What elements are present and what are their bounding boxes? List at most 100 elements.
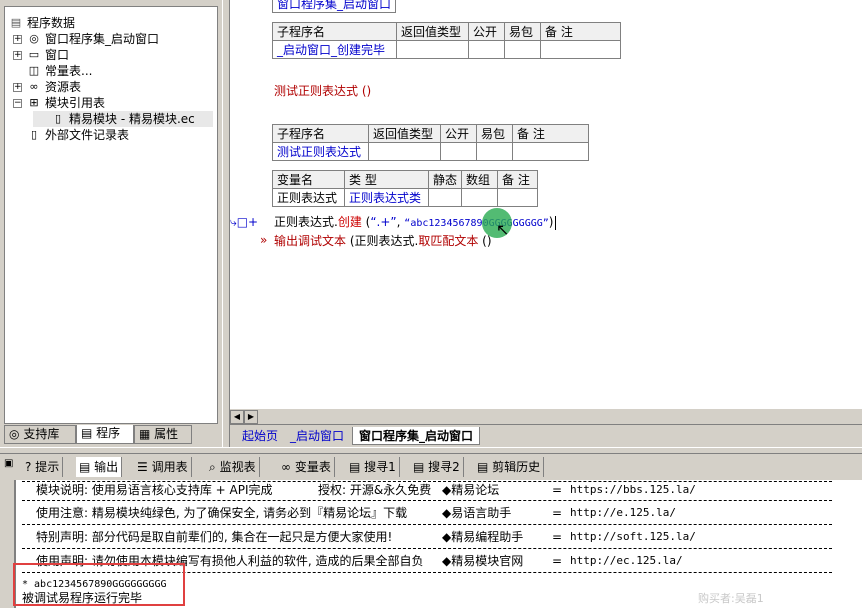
cell[interactable] xyxy=(476,142,513,161)
tab-clip-history[interactable]: ▤ 剪辑历史 xyxy=(474,457,545,477)
ide-window: ▤ 程序数据 + ◎ 窗口程序集_启动窗口 + ▭ 窗口 ◫ 常量表... + … xyxy=(0,0,862,608)
line-text: 授权: 开源&永久免费 xyxy=(318,483,432,497)
cell[interactable] xyxy=(396,40,469,59)
header-cell: 易包 xyxy=(476,124,513,143)
cell[interactable] xyxy=(512,142,589,161)
clipboard-icon: ▤ xyxy=(477,460,489,474)
tree-item-external-files[interactable]: ▯ 外部文件记录表 xyxy=(13,127,213,143)
tree-item-label: 常量表... xyxy=(45,64,93,78)
header-cell: 公开 xyxy=(440,124,477,143)
assembly-icon: ◎ xyxy=(29,32,39,45)
tree-item-label: 窗口程序集_启动窗口 xyxy=(45,32,160,46)
tree-item-assembly[interactable]: + ◎ 窗口程序集_启动窗口 xyxy=(13,31,213,47)
tree-item-label: 模块引用表 xyxy=(45,96,106,110)
tab-start-page[interactable]: 起始页 xyxy=(236,427,284,445)
expand-icon[interactable]: + xyxy=(13,51,22,60)
cell[interactable] xyxy=(368,142,441,161)
program-tree[interactable]: ▤ 程序数据 + ◎ 窗口程序集_启动窗口 + ▭ 窗口 ◫ 常量表... + … xyxy=(4,6,218,424)
expand-icon[interactable]: + xyxy=(13,35,22,44)
program-icon: ▤ xyxy=(81,426,93,440)
sub-name-cell[interactable]: _启动窗口_创建完毕 xyxy=(272,40,397,59)
code-paren: ) xyxy=(548,215,554,229)
cell[interactable] xyxy=(427,188,463,207)
call-table-icon: ☰ xyxy=(137,460,148,474)
equals: = xyxy=(552,554,563,568)
sub-name-cell[interactable]: 测试正则表达式 xyxy=(272,142,369,161)
scroll-left-icon[interactable]: ◀ xyxy=(230,410,244,424)
tab-variable-table[interactable]: ∞ 变量表 xyxy=(278,457,335,477)
text-cursor xyxy=(555,215,557,230)
vertical-splitter[interactable] xyxy=(222,0,230,447)
tab-support-library[interactable]: ◎ 支持库 xyxy=(4,425,76,444)
cell[interactable] xyxy=(440,142,477,161)
code-object: 正则表达式. xyxy=(354,234,419,248)
tree-item-resources[interactable]: + ∞ 资源表 xyxy=(13,79,213,95)
header-cell: 备 注 xyxy=(497,170,539,189)
output-line: 模块说明: 使用易语言核心支持库 + API完成 授权: 开源&永久免费 ◆精易… xyxy=(22,482,838,498)
assembly-name-cell[interactable]: 窗口程序集_启动窗口 xyxy=(271,0,397,13)
tab-program[interactable]: ▤ 程序 xyxy=(76,425,134,444)
tab-startup-window[interactable]: _启动窗口 xyxy=(284,427,350,445)
call-line[interactable]: 测试正则表达式 () xyxy=(274,83,371,99)
properties-icon: ▦ xyxy=(139,427,151,441)
watermark: 购买者:吴磊1 xyxy=(698,592,764,605)
tree-item-window[interactable]: + ▭ 窗口 xyxy=(13,47,213,63)
output-line: 特别声明: 部分代码是取自前辈们的, 集合在一起只是方便大家使用! ◆精易编程助… xyxy=(22,529,838,545)
code-paren: ( xyxy=(346,234,355,248)
code-line-2[interactable]: 输出调试文本 (正则表达式.取匹配文本 () xyxy=(274,233,492,249)
code-object: 正则表达式. xyxy=(274,215,338,229)
cell[interactable] xyxy=(504,40,541,59)
tab-properties[interactable]: ▦ 属性 xyxy=(134,425,192,444)
editor-horizontal-scrollbar[interactable]: ◀ ▶ xyxy=(230,408,862,424)
tab-search-1[interactable]: ▤ 搜寻1 xyxy=(346,457,400,477)
var-type-cell[interactable]: 正则表达式类 xyxy=(344,188,429,207)
tab-label: _启动窗口 xyxy=(290,429,345,443)
cell[interactable] xyxy=(540,40,621,59)
left-panel: ▤ 程序数据 + ◎ 窗口程序集_启动窗口 + ▭ 窗口 ◫ 常量表... + … xyxy=(0,0,222,447)
tab-label: 监视表 xyxy=(219,460,256,474)
constant-icon: ◫ xyxy=(28,64,40,77)
tab-search-2[interactable]: ▤ 搜寻2 xyxy=(410,457,464,477)
expand-icon[interactable]: + xyxy=(13,83,22,92)
tab-call-table[interactable]: ☰ 调用表 xyxy=(134,457,192,477)
site-name: ◆精易编程助手 xyxy=(442,530,524,544)
var-name-cell[interactable]: 正则表达式 xyxy=(272,188,345,207)
scroll-right-icon[interactable]: ▶ xyxy=(244,410,258,424)
variable-icon: ∞ xyxy=(281,460,291,474)
window-icon: ▭ xyxy=(28,48,40,61)
header-cell: 类 型 xyxy=(344,170,429,189)
cell[interactable] xyxy=(497,188,539,207)
cell[interactable] xyxy=(468,40,505,59)
tree-item-constants[interactable]: ◫ 常量表... xyxy=(13,63,213,79)
code-editor[interactable]: 窗口程序集_启动窗口 子程序名 返回值类型 公开 易包 备 注 _启动窗口_创建… xyxy=(230,0,862,408)
tab-label: 提示 xyxy=(35,460,60,474)
breakpoint-marker-icon[interactable]: ⤷□+ xyxy=(230,214,258,230)
code-line-1[interactable]: 正则表达式.创建 (“.+”, “abc1234567890GGGGGGGGG”… xyxy=(274,214,557,232)
header-cell: 备 注 xyxy=(540,22,621,41)
tab-label: 窗口程序集_启动窗口 xyxy=(359,429,474,443)
tree-item-module-ref[interactable]: − ⊞ 模块引用表 xyxy=(13,95,213,111)
collapse-icon[interactable]: − xyxy=(13,99,22,108)
tab-label: 起始页 xyxy=(242,429,279,443)
header-cell: 数组 xyxy=(461,170,499,189)
header-cell: 公开 xyxy=(468,22,505,41)
tab-hint[interactable]: ? 提示 xyxy=(22,457,64,477)
panel-close-icon[interactable]: ▣ xyxy=(4,458,13,469)
horizontal-splitter[interactable] xyxy=(0,447,862,454)
line-text: 使用注意: 精易模块纯绿色, 为了确保安全, 请务必到『精易论坛』下载 xyxy=(36,506,408,520)
equals: = xyxy=(552,530,563,544)
tab-window-assembly[interactable]: 窗口程序集_启动窗口 xyxy=(352,427,481,445)
library-icon: ◎ xyxy=(9,427,20,441)
bottom-panel-tabs: ▣ ? 提示 ▤ 输出 ☰ 调用表 ⌕ 监视表 ∞ 变量表 ▤ 搜寻1 ▤ 搜寻… xyxy=(0,454,862,480)
tab-label: 支持库 xyxy=(23,427,60,441)
site-name: ◆易语言助手 xyxy=(442,506,512,520)
output-icon: ▤ xyxy=(79,460,91,474)
sub-table-2: 子程序名 返回值类型 公开 易包 备 注 测试正则表达式 xyxy=(272,124,589,161)
tab-watch-table[interactable]: ⌕ 监视表 xyxy=(206,457,260,477)
cell[interactable] xyxy=(461,188,499,207)
header-cell: 子程序名 xyxy=(272,124,369,143)
equals: = xyxy=(552,483,563,497)
tree-item-jingyi-module[interactable]: ▯ 精易模块 - 精易模块.ec xyxy=(33,111,213,127)
tab-output[interactable]: ▤ 输出 xyxy=(76,457,123,477)
resource-icon: ∞ xyxy=(29,80,39,93)
